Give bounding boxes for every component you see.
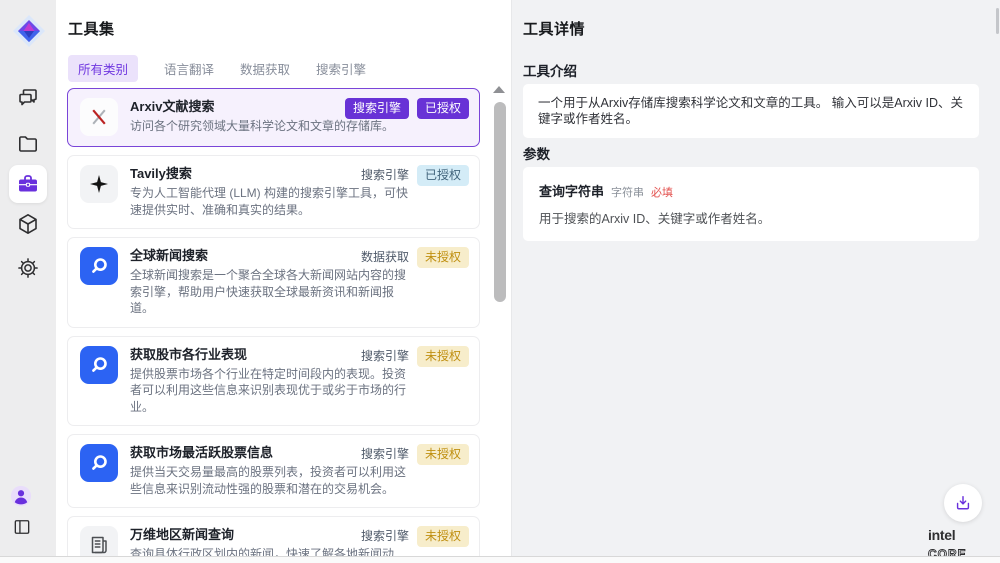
sidebar-item-settings[interactable]: [16, 256, 40, 280]
category-badge: 数据获取: [361, 247, 409, 268]
tools-panel: 工具集 所有类别 语言翻译 数据获取 搜索引擎 A: [56, 0, 512, 556]
core-brand-text: CORE: [928, 547, 967, 556]
tool-card-global-news[interactable]: 全球新闻搜索 全球新闻搜索是一个聚合全球各大新闻网站内容的搜索引擎，帮助用户快速…: [67, 237, 480, 328]
chat-icon: [16, 86, 40, 110]
sidebar-item-models[interactable]: [16, 212, 40, 236]
tool-card-arxiv[interactable]: Arxiv文献搜索 访问各个研究领域大量科学论文和文章的存储库。 搜索引擎 已授…: [67, 88, 480, 147]
arxiv-x-icon: [80, 98, 118, 136]
intel-core-logo: intel CORE Ultra: [928, 527, 990, 556]
intel-brand-text: intel: [928, 527, 955, 543]
toolbox-icon: [16, 172, 40, 196]
page-scrollbar-thumb[interactable]: [996, 8, 999, 34]
category-badge: 搜索引擎: [361, 526, 409, 547]
intro-heading: 工具介绍: [523, 60, 577, 80]
auth-status-badge: 未授权: [417, 247, 469, 268]
cube-icon: [16, 212, 40, 236]
category-badge: 搜索引擎: [361, 444, 409, 465]
parameter-required-flag: 必填: [651, 184, 673, 200]
four-point-star-icon: [80, 165, 118, 203]
gear-icon: [16, 256, 40, 280]
sidebar-item-chat[interactable]: [16, 86, 40, 110]
window-bottom-bar: [0, 556, 1000, 563]
download-button[interactable]: [944, 484, 982, 522]
tool-card-sector-performance[interactable]: 获取股市各行业表现 提供股票市场各个行业在特定时间段内的表现。投资者可以利用这些…: [67, 336, 480, 427]
sidebar: [0, 0, 56, 556]
tool-description: 提供当天交易量最高的股票列表，投资者可以利用这些信息来识别流动性强的股票和潜在的…: [130, 464, 410, 497]
parameter-description: 用于搜索的Arxiv ID、关键字或作者姓名。: [539, 208, 963, 227]
app-logo-icon: [11, 13, 47, 49]
panel-collapse-icon: [12, 517, 32, 537]
parameter-card: 查询字符串 字符串 必填 用于搜索的Arxiv ID、关键字或作者姓名。: [523, 167, 979, 241]
avatar-icon: [10, 485, 32, 507]
category-badge: 搜索引擎: [345, 98, 409, 119]
tab-language-translation[interactable]: 语言翻译: [164, 55, 214, 82]
tools-panel-title: 工具集: [68, 18, 115, 39]
user-avatar[interactable]: [10, 485, 32, 507]
auth-status-badge: 未授权: [417, 526, 469, 547]
intro-card: 一个用于从Arxiv存储库搜索科学论文和文章的工具。 输入可以是Arxiv ID…: [523, 84, 979, 138]
tool-details-panel: 工具详情 工具介绍 一个用于从Arxiv存储库搜索科学论文和文章的工具。 输入可…: [512, 0, 1000, 556]
category-badge: 搜索引擎: [361, 346, 409, 367]
auth-status-badge: 未授权: [417, 444, 469, 465]
parameter-name: 查询字符串: [539, 181, 604, 200]
intro-text: 一个用于从Arxiv存储库搜索科学论文和文章的工具。 输入可以是Arxiv ID…: [538, 96, 963, 126]
tool-card-most-active-stocks[interactable]: 获取市场最活跃股票信息 提供当天交易量最高的股票列表，投资者可以利用这些信息来识…: [67, 434, 480, 508]
search-icon: [80, 346, 118, 384]
category-badge: 搜索引擎: [361, 165, 409, 186]
folder-icon: [16, 132, 40, 156]
params-heading: 参数: [523, 143, 550, 163]
newspaper-icon: [80, 526, 118, 556]
tool-card-regional-news[interactable]: 万维地区新闻查询 查询具体行政区划内的新闻，快速了解各地新闻动 搜索引擎 未授权: [67, 516, 480, 556]
parameter-type: 字符串: [611, 184, 644, 200]
category-tabs: 所有类别 语言翻译 数据获取 搜索引擎: [68, 55, 366, 82]
list-scrollbar-thumb[interactable]: [494, 102, 506, 302]
search-icon: [80, 444, 118, 482]
download-icon: [953, 493, 973, 513]
tool-description: 专为人工智能代理 (LLM) 构建的搜索引擎工具，可快速提供实时、准确和真实的结…: [130, 185, 410, 218]
tab-search-engine[interactable]: 搜索引擎: [316, 55, 366, 82]
tool-description: 全球新闻搜索是一个聚合全球各大新闻网站内容的搜索引擎，帮助用户快速获取全球最新资…: [130, 267, 410, 317]
tool-card-tavily[interactable]: Tavily搜索 专为人工智能代理 (LLM) 构建的搜索引擎工具，可快速提供实…: [67, 155, 480, 229]
tool-card-list: Arxiv文献搜索 访问各个研究领域大量科学论文和文章的存储库。 搜索引擎 已授…: [67, 88, 480, 556]
search-icon: [80, 247, 118, 285]
tool-description: 访问各个研究领域大量科学论文和文章的存储库。: [130, 118, 410, 135]
app-window: 工具集 所有类别 语言翻译 数据获取 搜索引擎 A: [0, 0, 1000, 563]
auth-status-badge: 未授权: [417, 346, 469, 367]
tab-all-categories[interactable]: 所有类别: [68, 55, 138, 82]
auth-status-badge: 已授权: [417, 98, 469, 119]
tool-description: 查询具体行政区划内的新闻，快速了解各地新闻动: [130, 546, 410, 556]
sidebar-item-tools[interactable]: [9, 165, 47, 203]
tool-description: 提供股票市场各个行业在特定时间段内的表现。投资者可以利用这些信息来识别表现优于或…: [130, 366, 410, 416]
scroll-up-arrow-icon[interactable]: [493, 86, 505, 93]
auth-status-badge: 已授权: [417, 165, 469, 186]
collapse-sidebar-button[interactable]: [12, 517, 32, 537]
sidebar-item-files[interactable]: [16, 132, 40, 156]
tab-data-fetch[interactable]: 数据获取: [240, 55, 290, 82]
details-title: 工具详情: [523, 18, 585, 39]
